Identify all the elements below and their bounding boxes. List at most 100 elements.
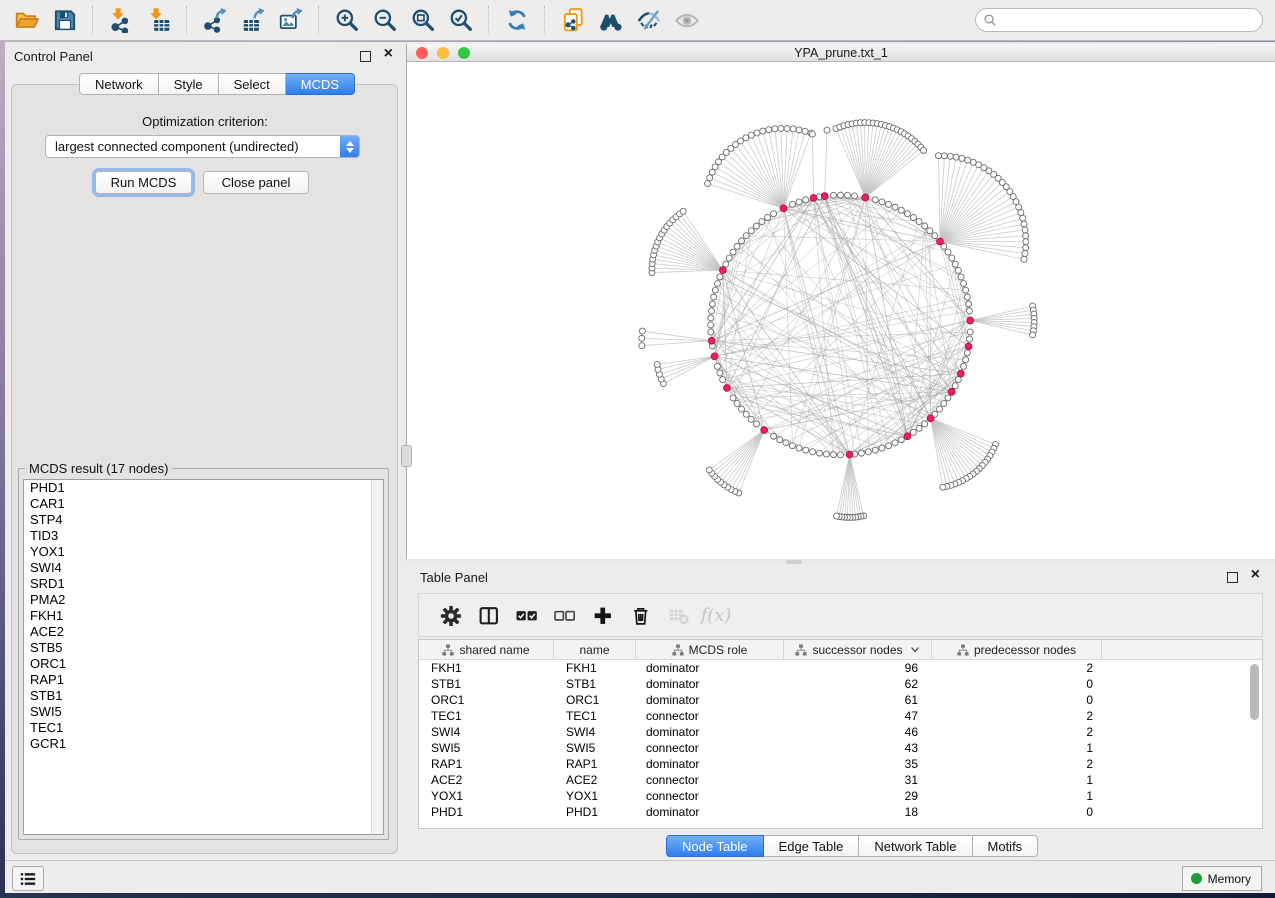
graphics-details-button[interactable] xyxy=(632,4,666,36)
run-mcds-button[interactable]: Run MCDS xyxy=(95,171,192,194)
graph-node[interactable] xyxy=(872,447,878,453)
mcds-result-item[interactable]: FKH1 xyxy=(24,608,383,624)
export-table-button[interactable] xyxy=(236,4,270,36)
graph-node[interactable] xyxy=(922,421,928,427)
close-panel-icon[interactable]: × xyxy=(384,44,393,64)
graph-node[interactable] xyxy=(964,294,970,300)
mcds-result-item[interactable]: STP4 xyxy=(24,512,383,528)
table-row[interactable]: ACE2ACE2connector311 xyxy=(419,772,1262,788)
tab-network[interactable]: Network xyxy=(79,73,159,95)
new-network-from-selection-button[interactable] xyxy=(556,4,590,36)
graph-node[interactable] xyxy=(958,274,964,280)
task-history-button[interactable] xyxy=(12,866,44,891)
graph-node[interactable] xyxy=(898,437,904,443)
table-row[interactable]: ORC1ORC1dominator610 xyxy=(419,692,1262,708)
graph-node[interactable] xyxy=(748,132,754,138)
table-row[interactable]: STB1STB1dominator620 xyxy=(419,676,1262,692)
import-network-button[interactable] xyxy=(104,4,138,36)
table-row[interactable]: YOX1YOX1connector291 xyxy=(419,788,1262,804)
graph-node[interactable] xyxy=(714,281,720,287)
graph-node[interactable] xyxy=(1023,245,1029,251)
graph-node[interactable] xyxy=(834,513,840,519)
graph-node[interactable] xyxy=(838,192,844,198)
tab-select[interactable]: Select xyxy=(219,73,286,95)
graph-node[interactable] xyxy=(771,211,777,217)
graph-node[interactable] xyxy=(961,363,967,369)
graph-node[interactable] xyxy=(1021,221,1027,227)
graph-node[interactable] xyxy=(734,401,740,407)
graph-node[interactable] xyxy=(963,357,969,363)
refresh-button[interactable] xyxy=(500,4,534,36)
graph-node[interactable] xyxy=(790,126,796,132)
add-column-button[interactable] xyxy=(587,600,617,630)
graph-node[interactable] xyxy=(753,223,759,229)
graph-node[interactable] xyxy=(708,308,714,314)
graph-node[interactable] xyxy=(922,223,928,229)
graph-node[interactable] xyxy=(916,425,922,431)
graph-node[interactable] xyxy=(711,294,717,300)
graph-node[interactable] xyxy=(921,147,927,153)
graph-node[interactable] xyxy=(765,215,771,221)
graph-node[interactable] xyxy=(734,243,740,249)
column-header-shared-name[interactable]: shared name xyxy=(419,640,554,659)
graph-node[interactable] xyxy=(717,274,723,280)
mcds-result-item[interactable]: GCR1 xyxy=(24,736,383,752)
graph-node[interactable] xyxy=(959,155,965,161)
graph-node[interactable] xyxy=(717,370,723,376)
delete-column-button[interactable] xyxy=(625,600,655,630)
graph-node[interactable] xyxy=(932,233,938,239)
graph-node[interactable] xyxy=(708,322,714,328)
graph-node[interactable] xyxy=(955,267,961,273)
first-neighbors-button[interactable] xyxy=(594,4,628,36)
graph-node[interactable] xyxy=(872,197,878,203)
close-panel-button[interactable]: Close panel xyxy=(203,171,309,194)
graph-mcds-node[interactable] xyxy=(904,433,911,440)
mcds-result-item[interactable]: RAP1 xyxy=(24,672,383,688)
import-table-button[interactable] xyxy=(142,4,176,36)
table-row[interactable]: SWI4SWI4dominator462 xyxy=(419,724,1262,740)
graph-node[interactable] xyxy=(1023,233,1029,239)
graph-node[interactable] xyxy=(748,416,754,422)
graph-node[interactable] xyxy=(802,128,808,134)
table-row[interactable]: RAP1RAP1dominator352 xyxy=(419,756,1262,772)
vertical-splitter-handle[interactable] xyxy=(401,445,412,467)
mcds-result-item[interactable]: STB5 xyxy=(24,640,383,656)
graph-node[interactable] xyxy=(952,261,958,267)
graph-node[interactable] xyxy=(963,287,969,293)
graph-node[interactable] xyxy=(966,301,972,307)
graph-node[interactable] xyxy=(949,255,955,261)
tab-mcds[interactable]: MCDS xyxy=(286,73,355,95)
graph-node[interactable] xyxy=(639,343,645,349)
graph-node[interactable] xyxy=(772,126,778,132)
graph-node[interactable] xyxy=(789,201,795,207)
graph-node[interactable] xyxy=(730,249,736,255)
graph-node[interactable] xyxy=(796,127,802,133)
graph-node[interactable] xyxy=(723,261,729,267)
graph-node[interactable] xyxy=(778,125,784,131)
graph-node[interactable] xyxy=(709,301,715,307)
mcds-result-item[interactable]: SRD1 xyxy=(24,576,383,592)
graph-node[interactable] xyxy=(753,421,759,427)
graph-node[interactable] xyxy=(766,127,772,133)
graph-node[interactable] xyxy=(879,199,885,205)
mcds-result-item[interactable]: PMA2 xyxy=(24,592,383,608)
graph-mcds-node[interactable] xyxy=(708,337,715,344)
graph-node[interactable] xyxy=(935,153,941,159)
graph-mcds-node[interactable] xyxy=(948,389,955,396)
mcds-result-item[interactable]: STB1 xyxy=(24,688,383,704)
close-table-panel-icon[interactable]: × xyxy=(1251,565,1260,585)
graph-node[interactable] xyxy=(886,443,892,449)
float-panel-icon[interactable] xyxy=(360,51,371,62)
graph-node[interactable] xyxy=(817,450,823,456)
graph-node[interactable] xyxy=(754,130,760,136)
graph-node[interactable] xyxy=(748,228,754,234)
show-hide-button[interactable] xyxy=(670,4,704,36)
graph-node[interactable] xyxy=(760,128,766,134)
mcds-result-list[interactable]: PHD1CAR1STP4TID3YOX1SWI4SRD1PMA2FKH1ACE2… xyxy=(23,479,384,835)
graph-mcds-node[interactable] xyxy=(724,385,731,392)
graph-node[interactable] xyxy=(967,329,973,335)
graph-node[interactable] xyxy=(1021,256,1027,262)
graph-node[interactable] xyxy=(865,449,871,455)
graph-node[interactable] xyxy=(927,228,933,234)
graph-node[interactable] xyxy=(967,308,973,314)
